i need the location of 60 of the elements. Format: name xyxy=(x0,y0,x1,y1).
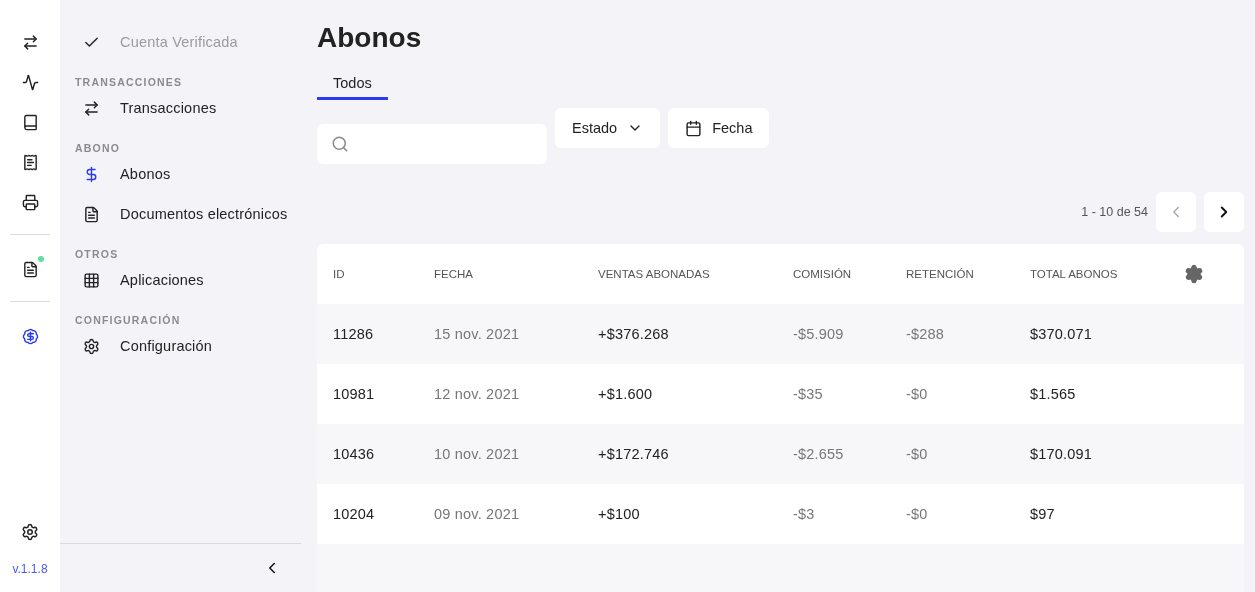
column-header: ID xyxy=(333,268,346,280)
table-cell-text: +$172.746 xyxy=(598,446,670,462)
table-cell-text: 10436 xyxy=(333,446,376,462)
nav-item[interactable]: Transacciones xyxy=(60,88,301,128)
table-cell-text: -$5.909 xyxy=(793,326,845,342)
column-header: COMISIÓN xyxy=(793,268,853,280)
table-cell-text: 10981 xyxy=(333,386,376,402)
printer-icon xyxy=(21,193,39,211)
settings-icon xyxy=(1184,264,1204,284)
transfer-icon xyxy=(83,99,100,117)
transfer-icon xyxy=(21,33,39,51)
table-cell-text: +$376.268 xyxy=(598,326,670,342)
table-cell-text: -$35 xyxy=(793,386,824,402)
table-cell-text: 11286 xyxy=(333,326,375,342)
table-cell-text: -$2.655 xyxy=(793,446,845,462)
section-heading: CONFIGURACIÓN xyxy=(74,313,182,326)
nav-item[interactable]: Configuración xyxy=(60,326,301,366)
column-header: FECHA xyxy=(434,268,474,280)
column-header: RETENCIÓN xyxy=(906,268,975,280)
nav-item[interactable]: Documentos electrónicos xyxy=(60,194,301,234)
table-cell-text: 10 nov. 2021 xyxy=(434,446,521,462)
table-cell-text: $370.071 xyxy=(1030,326,1094,342)
section-heading: OTROS xyxy=(74,247,120,260)
table-cell-text: +$100 xyxy=(598,506,641,522)
search-field[interactable] xyxy=(317,124,547,164)
table-cell-text: 09 nov. 2021 xyxy=(434,506,521,522)
settings-icon xyxy=(83,337,100,355)
page-title: Abonos xyxy=(317,22,423,54)
calendar-icon xyxy=(685,119,703,137)
table-cell-text: -$288 xyxy=(906,326,946,342)
document-icon xyxy=(21,260,39,278)
column-header: TOTAL ABONOS xyxy=(1030,268,1119,280)
pagination-range: 1 - 10 de 54 xyxy=(1081,205,1148,219)
date-filter-button[interactable]: Fecha xyxy=(668,108,770,148)
table-cell-text: $170.091 xyxy=(1030,446,1094,462)
table-cell-text: 12 nov. 2021 xyxy=(434,386,521,402)
table-cell-text: -$0 xyxy=(906,446,929,462)
table-cell-text: $1.565 xyxy=(1030,386,1077,402)
book-icon xyxy=(21,113,39,131)
table-cell-text: 15 nov. 2021 xyxy=(434,326,521,342)
activity-icon xyxy=(21,73,39,91)
version-label: v.1.1.8 xyxy=(12,562,48,576)
table-cell-text: -$0 xyxy=(906,386,929,402)
tab[interactable]: Todos xyxy=(317,68,388,100)
filter-dropdown[interactable]: Estado xyxy=(555,108,661,148)
table-cell-text: -$0 xyxy=(906,506,929,522)
receipt-icon xyxy=(21,153,39,171)
column-header: VENTAS ABONADAS xyxy=(598,268,711,280)
document-icon xyxy=(83,205,100,223)
table-cell-text: +$1.600 xyxy=(598,386,654,402)
section-heading: ABONO xyxy=(74,141,122,154)
nav-item[interactable]: Abonos xyxy=(60,154,301,194)
grid-icon xyxy=(83,271,100,289)
search-icon xyxy=(331,135,349,153)
table-cell-text: $97 xyxy=(1030,506,1056,522)
table-cell-text: 10204 xyxy=(333,506,376,522)
settings-icon xyxy=(21,523,39,541)
nav-item[interactable]: Aplicaciones xyxy=(60,260,301,300)
section-heading: TRANSACCIONES xyxy=(74,75,184,88)
table-cell-text: -$3 xyxy=(793,506,816,522)
